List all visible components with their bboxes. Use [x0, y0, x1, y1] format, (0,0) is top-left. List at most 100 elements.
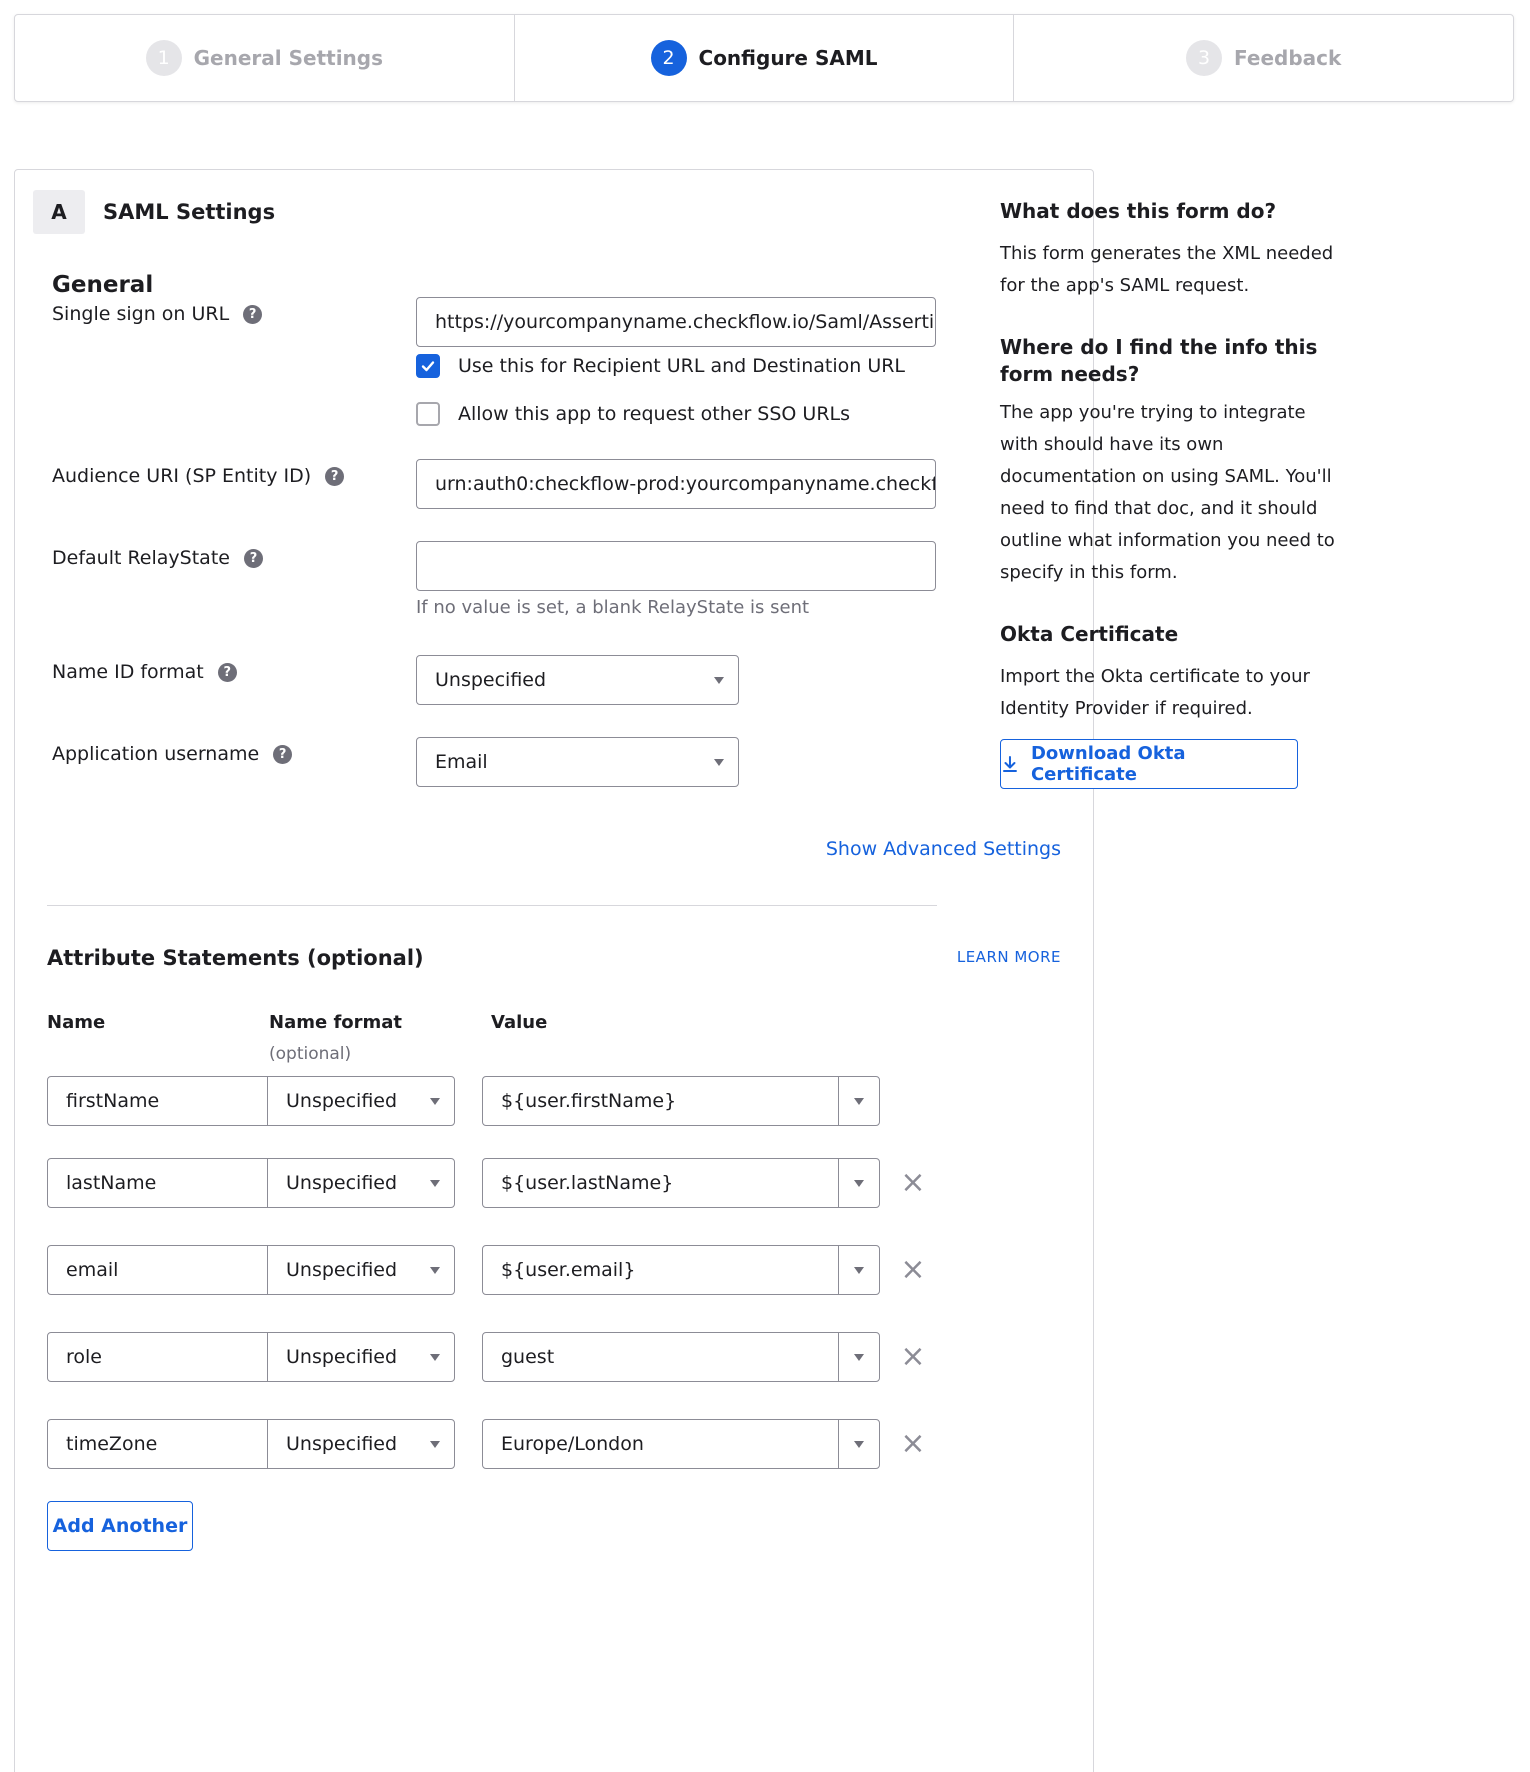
caret-down-icon — [430, 1098, 440, 1105]
wizard-stepper: 1 General Settings 2 Configure SAML 3 Fe… — [14, 14, 1514, 102]
other-sso-checkbox[interactable] — [416, 402, 440, 426]
panel-header: A SAML Settings — [33, 190, 275, 234]
section-divider — [47, 905, 937, 906]
relaystate-input[interactable] — [416, 541, 936, 591]
step-general-settings[interactable]: 1 General Settings — [15, 15, 515, 101]
general-heading: General — [52, 272, 154, 298]
attribute-value-input[interactable]: Europe/London — [482, 1419, 839, 1469]
step-number: 2 — [650, 40, 687, 76]
show-advanced-settings-link[interactable]: Show Advanced Settings — [826, 838, 1061, 860]
attribute-row: lastName Unspecified ${user.lastName} × — [47, 1158, 1047, 1216]
audience-uri-value: urn:auth0:checkflow-prod:yourcompanyname… — [435, 473, 936, 495]
attribute-format-select[interactable]: Unspecified — [267, 1076, 455, 1126]
app-username-label-text: Application username — [52, 743, 260, 765]
attribute-format-value: Unspecified — [286, 1346, 398, 1368]
caret-down-icon — [854, 1441, 864, 1448]
remove-attribute-close-icon[interactable]: × — [898, 1168, 928, 1198]
sidebar-cert-text: Import the Okta certificate to your Iden… — [1000, 666, 1310, 719]
recipient-url-checkbox-row[interactable]: Use this for Recipient URL and Destinati… — [416, 354, 905, 378]
learn-more-link[interactable]: LEARN MORE — [957, 948, 1061, 966]
attribute-format-select[interactable]: Unspecified — [267, 1245, 455, 1295]
name-id-format-select[interactable]: Unspecified — [416, 655, 739, 705]
download-icon — [1002, 756, 1017, 772]
audience-uri-input[interactable]: urn:auth0:checkflow-prod:yourcompanyname… — [416, 459, 936, 509]
sso-url-label-text: Single sign on URL — [52, 303, 230, 325]
column-header-value: Value — [491, 1012, 548, 1033]
attribute-format-select[interactable]: Unspecified — [267, 1332, 455, 1382]
sso-url-input[interactable]: https://yourcompanyname.checkflow.io/Sam… — [416, 297, 936, 347]
attribute-name-input[interactable]: email — [47, 1245, 268, 1295]
step-label: Configure SAML — [698, 46, 878, 70]
attribute-format-select[interactable]: Unspecified — [267, 1419, 455, 1469]
help-icon[interactable]: ? — [273, 744, 293, 764]
sidebar-cert-heading: Okta Certificate — [1000, 622, 1179, 646]
remove-attribute-close-icon[interactable]: × — [898, 1429, 928, 1459]
attribute-format-value: Unspecified — [286, 1259, 398, 1281]
attribute-value-text: Europe/London — [501, 1433, 644, 1455]
recipient-url-label: Use this for Recipient URL and Destinati… — [458, 355, 906, 377]
app-username-value: Email — [435, 751, 488, 773]
attribute-format-value: Unspecified — [286, 1433, 398, 1455]
caret-down-icon — [714, 677, 724, 684]
caret-down-icon — [430, 1441, 440, 1448]
name-id-format-label-text: Name ID format — [52, 661, 204, 683]
attribute-format-value: Unspecified — [286, 1090, 398, 1112]
attribute-value-input[interactable]: ${user.email} — [482, 1245, 839, 1295]
attribute-name-input[interactable]: firstName — [47, 1076, 268, 1126]
sidebar-question-info: Where do I find the info this form needs… — [1000, 335, 1318, 386]
attribute-value-input[interactable]: ${user.firstName} — [482, 1076, 839, 1126]
help-icon[interactable]: ? — [325, 466, 345, 486]
app-username-select[interactable]: Email — [416, 737, 739, 787]
caret-down-icon — [430, 1354, 440, 1361]
attribute-value-dropdown[interactable] — [838, 1076, 880, 1126]
attribute-name-input[interactable]: role — [47, 1332, 268, 1382]
attribute-value-input[interactable]: ${user.lastName} — [482, 1158, 839, 1208]
help-icon[interactable]: ? — [243, 304, 263, 324]
attribute-value-dropdown[interactable] — [838, 1158, 880, 1208]
relaystate-hint: If no value is set, a blank RelayState i… — [416, 597, 810, 618]
caret-down-icon — [854, 1267, 864, 1274]
attribute-value-dropdown[interactable] — [838, 1419, 880, 1469]
step-number: 3 — [1186, 40, 1223, 76]
step-configure-saml[interactable]: 2 Configure SAML — [515, 15, 1015, 101]
attribute-value-dropdown[interactable] — [838, 1245, 880, 1295]
other-sso-checkbox-row[interactable]: Allow this app to request other SSO URLs — [416, 402, 850, 426]
attribute-value-dropdown[interactable] — [838, 1332, 880, 1382]
section-letter-badge: A — [33, 190, 85, 234]
audience-uri-label-text: Audience URI (SP Entity ID) — [52, 465, 312, 487]
remove-attribute-close-icon[interactable]: × — [898, 1342, 928, 1372]
step-feedback[interactable]: 3 Feedback — [1014, 15, 1513, 101]
sidebar-answer-info: The app you're trying to integrate with … — [1000, 402, 1335, 583]
download-okta-certificate-button[interactable]: Download Okta Certificate — [1000, 739, 1298, 789]
step-label: General Settings — [193, 46, 384, 70]
attribute-name-input[interactable]: timeZone — [47, 1419, 268, 1469]
column-header-name: Name — [47, 1012, 106, 1033]
caret-down-icon — [854, 1354, 864, 1361]
attribute-statements-heading: Attribute Statements (optional) — [47, 946, 424, 970]
relaystate-label-text: Default RelayState — [52, 547, 230, 569]
sso-url-label: Single sign on URL ? — [52, 303, 263, 325]
recipient-url-checkbox[interactable] — [416, 354, 440, 378]
attribute-name-input[interactable]: lastName — [47, 1158, 268, 1208]
panel-title: SAML Settings — [103, 200, 276, 224]
saml-settings-panel: A SAML Settings General Single sign on U… — [14, 169, 1094, 1772]
name-id-format-label: Name ID format ? — [52, 661, 237, 683]
attribute-row: email Unspecified ${user.email} × — [47, 1245, 1047, 1303]
attribute-name-value: role — [66, 1346, 102, 1368]
attribute-name-value: email — [66, 1259, 119, 1281]
attribute-value-input[interactable]: guest — [482, 1332, 839, 1382]
audience-uri-label: Audience URI (SP Entity ID) ? — [52, 465, 345, 487]
attribute-format-select[interactable]: Unspecified — [267, 1158, 455, 1208]
other-sso-label: Allow this app to request other SSO URLs — [458, 403, 851, 425]
caret-down-icon — [430, 1267, 440, 1274]
help-icon[interactable]: ? — [217, 662, 237, 682]
help-icon[interactable]: ? — [243, 548, 263, 568]
attribute-row: timeZone Unspecified Europe/London × — [47, 1419, 1047, 1477]
relaystate-label: Default RelayState ? — [52, 547, 263, 569]
remove-attribute-close-icon[interactable]: × — [898, 1255, 928, 1285]
caret-down-icon — [430, 1180, 440, 1187]
caret-down-icon — [854, 1098, 864, 1105]
name-id-format-value: Unspecified — [435, 669, 547, 691]
checkmark-icon — [421, 361, 435, 372]
add-another-button[interactable]: Add Another — [47, 1501, 193, 1551]
